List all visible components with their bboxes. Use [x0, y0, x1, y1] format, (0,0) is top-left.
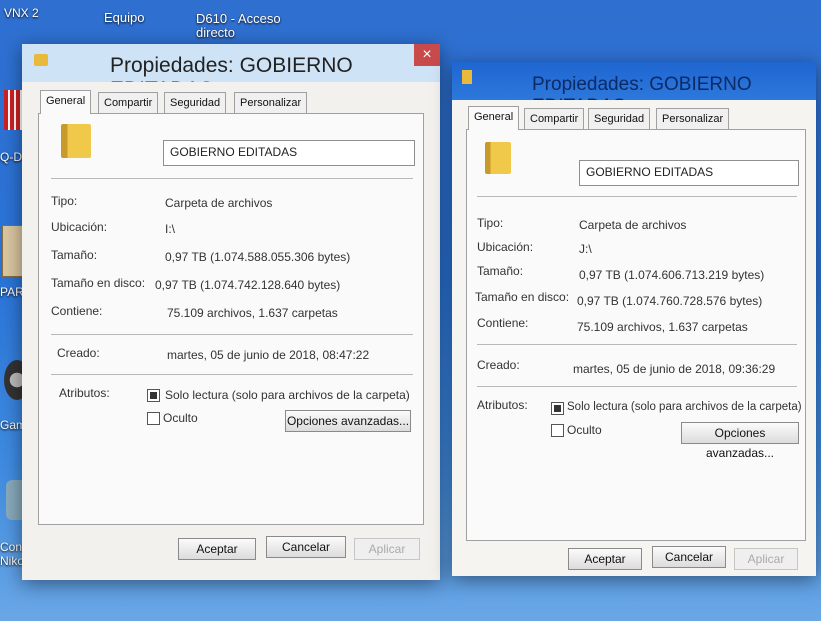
apply-button[interactable]: Aplicar: [354, 538, 420, 560]
attributes-label: Atributos:: [59, 386, 110, 400]
folder-small-icon: [34, 54, 48, 66]
divider: [51, 374, 413, 375]
tab-compartir[interactable]: Compartir: [98, 92, 159, 113]
properties-window-right: Propiedades: GOBIERNO EDITADAS General C…: [452, 62, 816, 576]
readonly-label: Solo lectura (solo para archivos de la c…: [165, 388, 410, 402]
folder-small-icon: [462, 70, 472, 84]
ok-button[interactable]: Aceptar: [178, 538, 256, 560]
desktop-label-qd[interactable]: Q-D: [0, 150, 22, 164]
close-icon[interactable]: ×: [414, 44, 440, 66]
size-value: 0,97 TB (1.074.606.713.219 bytes): [579, 268, 765, 282]
type-label: Tipo:: [477, 216, 504, 230]
size-label: Tamaño:: [51, 248, 98, 262]
contains-value: 75.109 archivos, 1.637 carpetas: [167, 306, 338, 320]
tab-seguridad[interactable]: Seguridad: [164, 92, 227, 113]
desktop-label-equipo[interactable]: Equipo: [104, 10, 144, 25]
divider: [51, 334, 413, 335]
hidden-checkbox[interactable]: [551, 424, 564, 437]
type-value: Carpeta de archivos: [165, 196, 273, 210]
hidden-label: Oculto: [163, 411, 198, 425]
created-label: Creado:: [477, 358, 520, 372]
divider: [477, 196, 797, 197]
properties-window-left: Propiedades: GOBIERNO EDITADAS × General…: [22, 44, 440, 580]
readonly-label: Solo lectura (solo para archivos de la c…: [567, 401, 802, 413]
desktop-label-d610[interactable]: D610 - Acceso directo: [196, 12, 306, 40]
disk-size-value: 0,97 TB (1.074.742.128.640 bytes): [155, 278, 341, 292]
desktop-label-par[interactable]: PAR: [0, 285, 24, 299]
folder-name-field[interactable]: GOBIERNO EDITADAS: [163, 140, 415, 166]
contains-label: Contiene:: [477, 316, 529, 330]
disk-size-label: Tamaño en disco:: [475, 290, 570, 304]
location-label: Ubicación:: [51, 220, 108, 234]
tab-compartir[interactable]: Compartir: [524, 108, 585, 129]
tab-seguridad[interactable]: Seguridad: [588, 108, 651, 129]
location-value: I:\: [165, 222, 176, 236]
titlebar-right[interactable]: Propiedades: GOBIERNO EDITADAS: [452, 62, 816, 117]
location-label: Ubicación:: [477, 240, 534, 254]
attributes-label: Atributos:: [477, 398, 528, 412]
created-value: martes, 05 de junio de 2018, 08:47:22: [167, 348, 370, 362]
disk-size-label: Tamaño en disco:: [51, 276, 146, 290]
tab-general[interactable]: General: [468, 106, 520, 130]
created-value: martes, 05 de junio de 2018, 09:36:29: [573, 362, 776, 376]
contains-label: Contiene:: [51, 304, 103, 318]
folder-name-field[interactable]: GOBIERNO EDITADAS: [579, 160, 799, 186]
window-body-right: General Compartir Seguridad Personalizar…: [452, 100, 816, 576]
divider: [477, 386, 797, 387]
folder-icon: [485, 142, 511, 174]
tab-bar: General Compartir Seguridad Personalizar: [468, 106, 798, 130]
tab-general[interactable]: General: [40, 90, 92, 114]
folder-icon: [61, 124, 91, 158]
hidden-label: Oculto: [567, 423, 602, 437]
type-label: Tipo:: [51, 194, 78, 208]
created-label: Creado:: [57, 346, 100, 360]
titlebar-left[interactable]: Propiedades: GOBIERNO EDITADAS ×: [22, 44, 440, 101]
size-label: Tamaño:: [477, 264, 524, 278]
general-panel: GOBIERNO EDITADAS Tipo: Carpeta de archi…: [466, 129, 806, 541]
readonly-checkbox[interactable]: [147, 389, 160, 402]
size-value: 0,97 TB (1.074.588.055.306 bytes): [165, 250, 351, 264]
divider: [477, 344, 797, 345]
readonly-checkbox[interactable]: [551, 402, 564, 415]
ok-button[interactable]: Aceptar: [568, 548, 642, 570]
location-value: J:\: [579, 242, 592, 256]
advanced-options-button[interactable]: Opciones avanzadas...: [285, 410, 411, 432]
advanced-options-button[interactable]: Opciones avanzadas...: [681, 422, 799, 460]
desktop-label-vnx[interactable]: VNX 2: [4, 6, 39, 20]
divider: [51, 178, 413, 179]
tab-personalizar[interactable]: Personalizar: [656, 108, 730, 129]
tab-bar: General Compartir Seguridad Personalizar: [40, 90, 420, 114]
type-value: Carpeta de archivos: [579, 218, 687, 232]
hidden-checkbox[interactable]: [147, 412, 160, 425]
disk-size-value: 0,97 TB (1.074.760.728.576 bytes): [577, 294, 763, 308]
cancel-button[interactable]: Cancelar: [652, 546, 726, 568]
apply-button[interactable]: Aplicar: [734, 548, 798, 570]
tab-personalizar[interactable]: Personalizar: [234, 92, 308, 113]
contains-value: 75.109 archivos, 1.637 carpetas: [577, 320, 748, 334]
general-panel: GOBIERNO EDITADAS Tipo: Carpeta de archi…: [38, 113, 424, 525]
window-body-left: General Compartir Seguridad Personalizar…: [22, 82, 440, 580]
cancel-button[interactable]: Cancelar: [266, 536, 346, 558]
